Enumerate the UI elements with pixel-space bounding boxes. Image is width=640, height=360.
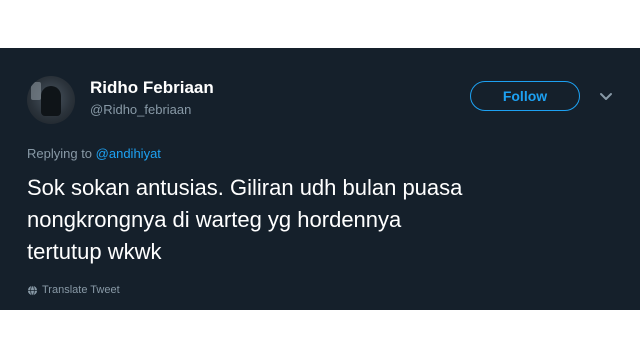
avatar-figure: [41, 86, 61, 116]
follow-button[interactable]: Follow: [470, 81, 580, 111]
user-handle[interactable]: @Ridho_febriaan: [90, 102, 191, 117]
replying-to: Replying to @andihiyat: [27, 146, 161, 161]
mention-link[interactable]: @andihiyat: [96, 146, 161, 161]
tweet-card: Ridho Febriaan @Ridho_febriaan Follow Re…: [0, 48, 640, 310]
translate-label[interactable]: Translate Tweet: [42, 284, 120, 296]
chevron-down-icon[interactable]: [598, 88, 614, 104]
globe-icon: [27, 285, 38, 295]
avatar-background: [31, 82, 41, 100]
replying-prefix: Replying to: [27, 146, 93, 161]
display-name[interactable]: Ridho Febriaan: [90, 78, 214, 98]
tweet-text: Sok sokan antusias. Giliran udh bulan pu…: [27, 175, 463, 264]
avatar[interactable]: [27, 76, 75, 124]
translate-tweet[interactable]: Translate Tweet: [27, 284, 120, 296]
